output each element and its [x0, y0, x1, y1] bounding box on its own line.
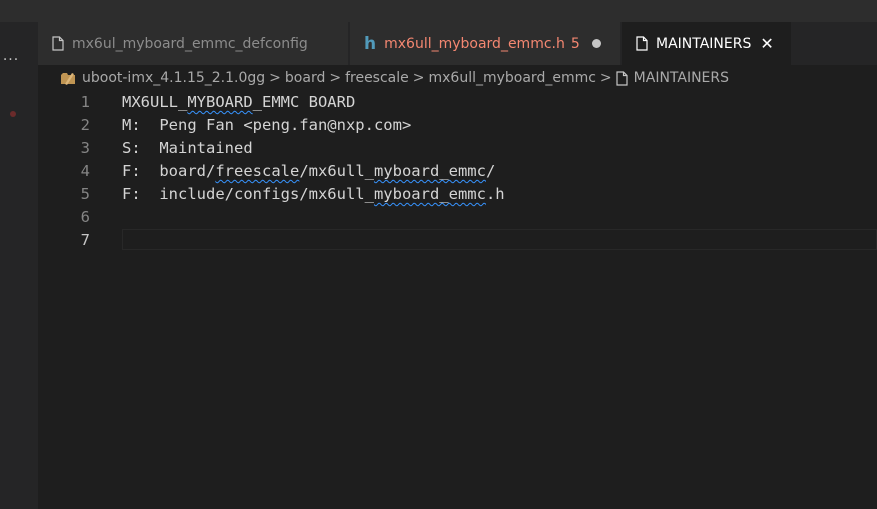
- code-line-active[interactable]: 7: [38, 229, 877, 252]
- breadcrumb-item[interactable]: uboot-imx_4.1.15_2.1.0gg: [82, 70, 265, 86]
- tab-header-file[interactable]: h mx6ull_myboard_emmc.h 5: [350, 22, 621, 65]
- breadcrumb-separator: >: [329, 70, 342, 86]
- file-icon: [636, 36, 648, 51]
- tab-maintainers[interactable]: MAINTAINERS ✕: [622, 22, 792, 65]
- code-line[interactable]: 4 F: board/freescale/mx6ull_myboard_emmc…: [38, 160, 877, 183]
- line-text: MX6ULL_MYBOARD_EMMC BOARD: [122, 93, 356, 111]
- title-strip: [0, 0, 877, 22]
- breadcrumb: uboot-imx_4.1.15_2.1.0gg > board > frees…: [60, 68, 729, 88]
- breadcrumb-separator: >: [269, 70, 281, 86]
- line-text: F: board/freescale/mx6ull_myboard_emmc/: [122, 162, 496, 180]
- code-line[interactable]: 5 F: include/configs/mx6ull_myboard_emmc…: [38, 183, 877, 206]
- code-line[interactable]: 6: [38, 206, 877, 229]
- breadcrumb-item[interactable]: MAINTAINERS: [634, 70, 729, 86]
- tab-label: mx6ull_myboard_emmc.h: [384, 35, 565, 52]
- ellipsis-icon[interactable]: ···: [0, 53, 22, 67]
- line-text: M: Peng Fan <peng.fan@nxp.com>: [122, 116, 412, 134]
- line-text: S: Maintained: [122, 139, 253, 157]
- tab-bar: mx6ul_myboard_emmc_defconfig h mx6ull_my…: [38, 22, 877, 65]
- line-number: 2: [80, 116, 90, 134]
- tab-label: mx6ul_myboard_emmc_defconfig: [72, 35, 308, 52]
- current-line-highlight: [122, 229, 877, 250]
- breadcrumb-separator: >: [412, 70, 425, 86]
- line-number: 5: [80, 185, 90, 203]
- gutter-marker: [10, 111, 16, 117]
- line-number: 3: [80, 139, 90, 157]
- tab-defconfig[interactable]: mx6ul_myboard_emmc_defconfig: [38, 22, 349, 65]
- line-text: F: include/configs/mx6ull_myboard_emmc.h: [122, 185, 505, 203]
- side-bar-strip: ···: [0, 22, 38, 509]
- tab-label: MAINTAINERS: [656, 35, 752, 52]
- file-icon: [616, 70, 628, 86]
- code-line[interactable]: 3 S: Maintained: [38, 137, 877, 160]
- breadcrumb-separator: >: [599, 70, 612, 86]
- code-line[interactable]: 2 M: Peng Fan <peng.fan@nxp.com>: [38, 114, 877, 137]
- line-number: 1: [80, 93, 90, 111]
- unsaved-dot-icon[interactable]: [591, 39, 601, 48]
- line-number: 7: [80, 231, 90, 249]
- breadcrumb-item[interactable]: mx6ull_myboard_emmc: [429, 70, 596, 86]
- close-icon[interactable]: ✕: [760, 35, 773, 52]
- line-number: 4: [80, 162, 90, 180]
- breadcrumb-item[interactable]: board: [285, 70, 325, 86]
- code-line[interactable]: 1 MX6ULL_MYBOARD_EMMC BOARD: [38, 91, 877, 114]
- c-header-icon: h: [364, 33, 377, 54]
- code-editor[interactable]: 1 MX6ULL_MYBOARD_EMMC BOARD 2 M: Peng Fa…: [38, 90, 877, 509]
- problems-count-badge: 5: [570, 35, 580, 52]
- file-icon: [52, 36, 64, 51]
- line-number: 6: [80, 208, 90, 226]
- folder-icon: [60, 71, 76, 85]
- breadcrumb-item[interactable]: freescale: [345, 70, 409, 86]
